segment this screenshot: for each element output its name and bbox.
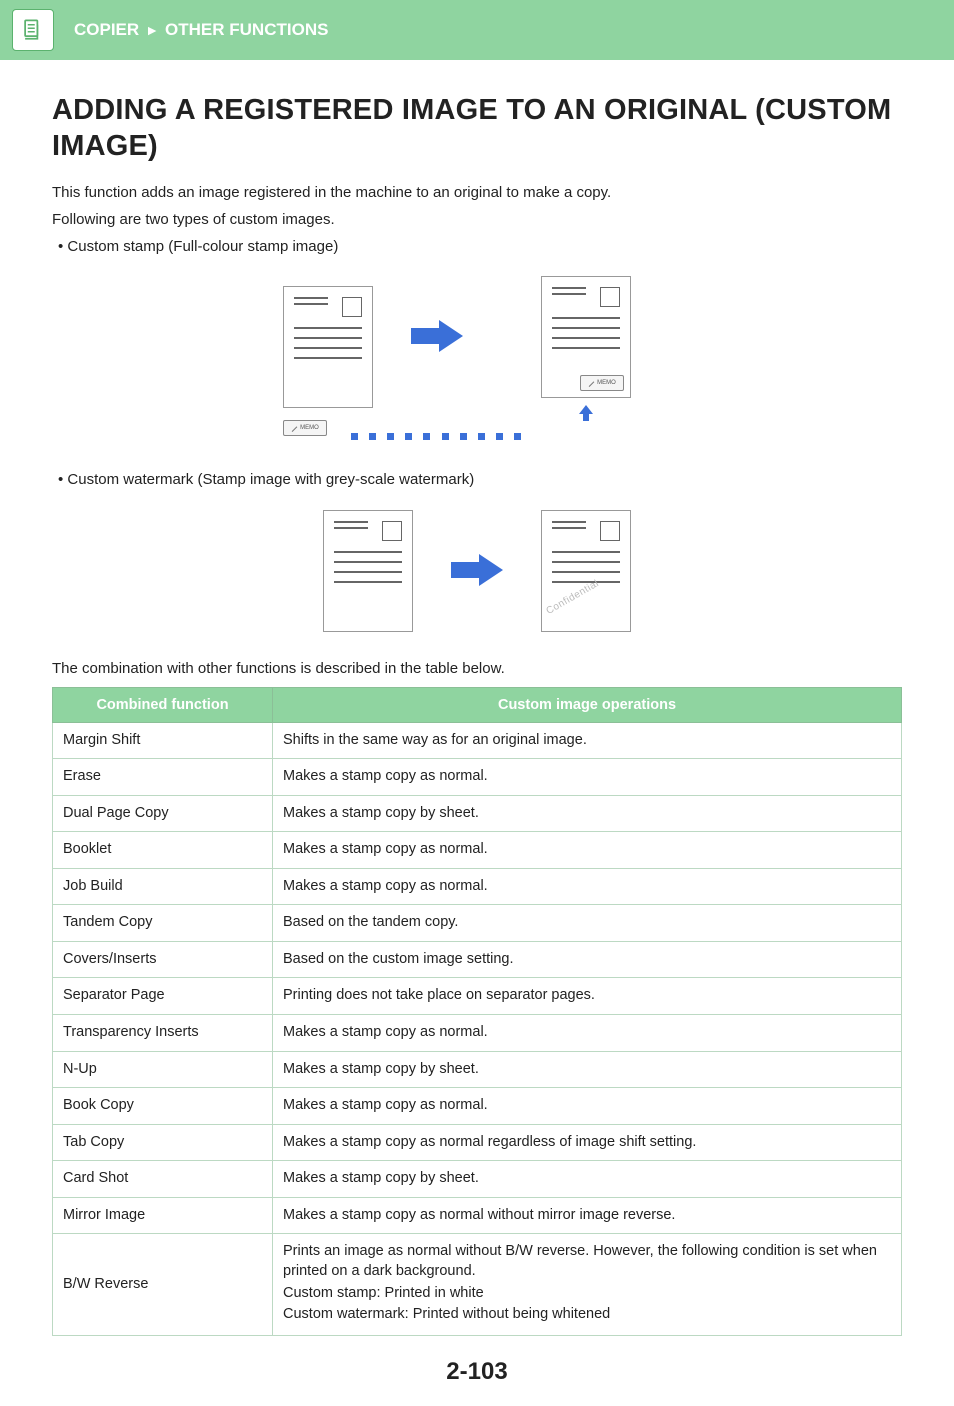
original-page-2-icon: [323, 510, 413, 632]
dotted-path-icon: [351, 433, 521, 440]
diagram-custom-stamp: MEMO MEMO: [52, 276, 902, 440]
breadcrumb-other-functions[interactable]: OTHER FUNCTIONS: [165, 20, 328, 40]
operation-cell: Printing does not take place on separato…: [273, 978, 902, 1015]
combined-function-cell: Mirror Image: [53, 1197, 273, 1234]
table-row: Tab CopyMakes a stamp copy as normal reg…: [53, 1124, 902, 1161]
combined-function-cell: Tab Copy: [53, 1124, 273, 1161]
memo-label-on-page: MEMO: [597, 380, 616, 386]
arrow-right-2-icon: [449, 552, 505, 593]
memo-label: MEMO: [300, 425, 319, 431]
breadcrumb-separator-icon: ►: [145, 22, 159, 38]
operation-cell: Makes a stamp copy as normal without mir…: [273, 1197, 902, 1234]
table-row: Tandem CopyBased on the tandem copy.: [53, 905, 902, 942]
table-header-operations: Custom image operations: [273, 687, 902, 722]
table-header-combined: Combined function: [53, 687, 273, 722]
table-row: Dual Page CopyMakes a stamp copy by shee…: [53, 795, 902, 832]
operation-cell: Makes a stamp copy as normal.: [273, 1088, 902, 1125]
arrow-right-icon: [409, 318, 465, 359]
table-row: Card ShotMakes a stamp copy by sheet.: [53, 1161, 902, 1198]
operation-cell: Makes a stamp copy as normal.: [273, 832, 902, 869]
page-number: 2-103: [52, 1358, 902, 1386]
bullet-custom-watermark: • Custom watermark (Stamp image with gre…: [52, 468, 902, 491]
copier-icon: [12, 9, 54, 51]
breadcrumb: COPIER ► OTHER FUNCTIONS: [74, 20, 328, 40]
combined-function-cell: Covers/Inserts: [53, 941, 273, 978]
combined-function-cell: Booklet: [53, 832, 273, 869]
operation-cell: Makes a stamp copy as normal.: [273, 759, 902, 796]
combined-function-cell: Book Copy: [53, 1088, 273, 1125]
operation-cell: Makes a stamp copy by sheet.: [273, 795, 902, 832]
table-row: N-UpMakes a stamp copy by sheet.: [53, 1051, 902, 1088]
table-row: Transparency InsertsMakes a stamp copy a…: [53, 1015, 902, 1052]
table-row: Job BuildMakes a stamp copy as normal.: [53, 868, 902, 905]
table-row: BookletMakes a stamp copy as normal.: [53, 832, 902, 869]
table-row: B/W ReversePrints an image as normal wit…: [53, 1234, 902, 1335]
memo-stamp-on-page-icon: MEMO: [580, 375, 624, 391]
memo-stamp-icon: MEMO: [283, 420, 327, 436]
combined-function-cell: Separator Page: [53, 978, 273, 1015]
combined-function-cell: Transparency Inserts: [53, 1015, 273, 1052]
operation-cell: Makes a stamp copy as normal.: [273, 1015, 902, 1052]
combined-function-cell: B/W Reverse: [53, 1234, 273, 1335]
table-row: Margin ShiftShifts in the same way as fo…: [53, 722, 902, 759]
diagram-custom-watermark: Confidential: [52, 510, 902, 632]
bullet-custom-stamp: • Custom stamp (Full-colour stamp image): [52, 235, 902, 258]
original-page-icon: [283, 286, 373, 408]
table-row: Book CopyMakes a stamp copy as normal.: [53, 1088, 902, 1125]
combined-function-cell: Erase: [53, 759, 273, 796]
table-row: Separator PagePrinting does not take pla…: [53, 978, 902, 1015]
operation-cell: Makes a stamp copy by sheet.: [273, 1161, 902, 1198]
result-page-watermark-icon: Confidential: [541, 510, 631, 632]
intro-line-1: This function adds an image registered i…: [52, 181, 902, 204]
combined-function-cell: Margin Shift: [53, 722, 273, 759]
page-title: ADDING A REGISTERED IMAGE TO AN ORIGINAL…: [52, 92, 902, 165]
operation-cell: Based on the tandem copy.: [273, 905, 902, 942]
operation-cell: Makes a stamp copy as normal.: [273, 868, 902, 905]
operation-cell: Makes a stamp copy as normal regardless …: [273, 1124, 902, 1161]
table-intro-text: The combination with other functions is …: [52, 660, 902, 677]
table-row: Mirror ImageMakes a stamp copy as normal…: [53, 1197, 902, 1234]
operation-cell: Makes a stamp copy by sheet.: [273, 1051, 902, 1088]
combined-function-cell: N-Up: [53, 1051, 273, 1088]
result-page-stamp-icon: MEMO: [541, 276, 631, 398]
page-content: ADDING A REGISTERED IMAGE TO AN ORIGINAL…: [0, 60, 954, 1406]
breadcrumb-copier[interactable]: COPIER: [74, 20, 139, 40]
combined-function-table: Combined function Custom image operation…: [52, 687, 902, 1336]
operation-cell: Shifts in the same way as for an origina…: [273, 722, 902, 759]
combined-function-cell: Card Shot: [53, 1161, 273, 1198]
intro-line-2: Following are two types of custom images…: [52, 208, 902, 231]
operation-cell: Based on the custom image setting.: [273, 941, 902, 978]
combined-function-cell: Dual Page Copy: [53, 795, 273, 832]
arrow-up-icon: [577, 404, 595, 427]
combined-function-cell: Tandem Copy: [53, 905, 273, 942]
table-row: Covers/InsertsBased on the custom image …: [53, 941, 902, 978]
operation-cell: Prints an image as normal without B/W re…: [273, 1234, 902, 1335]
header-bar: COPIER ► OTHER FUNCTIONS: [0, 0, 954, 60]
combined-function-cell: Job Build: [53, 868, 273, 905]
table-row: EraseMakes a stamp copy as normal.: [53, 759, 902, 796]
